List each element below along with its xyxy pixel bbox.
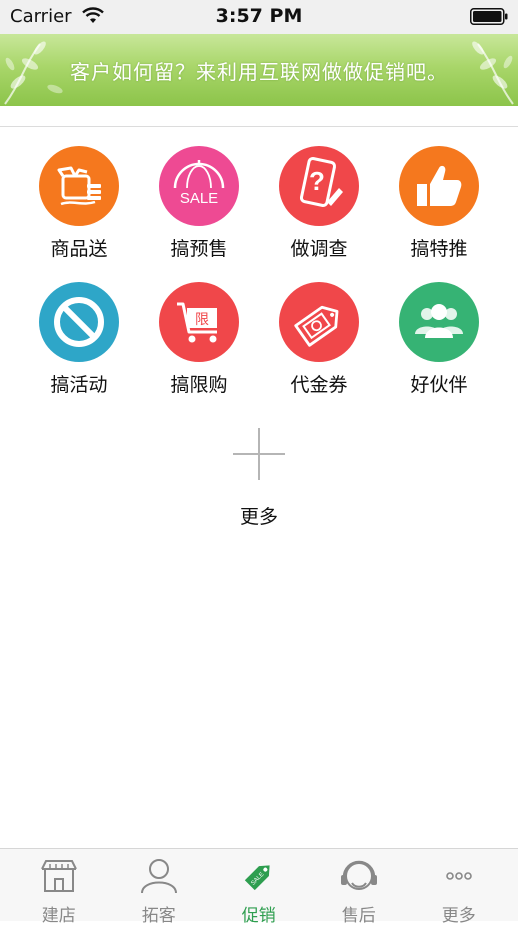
sale-tag-icon: SALE [244, 865, 270, 891]
divider [0, 126, 518, 127]
svg-text:SALE: SALE [180, 190, 218, 207]
tab-label: 售后 [341, 906, 376, 926]
grid-label: 搞特推 [410, 238, 468, 260]
gift-box-icon [39, 146, 119, 226]
tab-label: 更多 [441, 906, 476, 926]
shop-icon [41, 860, 77, 892]
ellipsis-icon [446, 872, 472, 880]
no-sign-icon [39, 282, 119, 362]
sale-umbrella-icon: SALE [159, 146, 239, 226]
svg-text:?: ? [309, 166, 325, 196]
limit-cart-icon: 限 [159, 282, 239, 362]
grid-item-featured[interactable]: 搞特推 [379, 146, 499, 261]
grid-label: 搞预售 [170, 238, 228, 260]
grid-label: 商品送 [50, 238, 108, 260]
survey-phone-icon: ? [279, 146, 359, 226]
grid-label: 好伙伴 [410, 374, 468, 396]
tab-label: 拓客 [141, 906, 176, 926]
user-icon [141, 859, 177, 894]
voucher-tag-icon [279, 282, 359, 362]
status-bar: Carrier 3:57 PM [0, 0, 518, 34]
banner-text: 客户如何留？来利用互联网做做促销吧。 [70, 60, 448, 84]
partners-group-icon [399, 282, 479, 362]
grid-label: 做调查 [290, 238, 348, 260]
grid-item-voucher[interactable]: 代金券 [259, 282, 379, 397]
plus-icon [233, 428, 285, 480]
clock: 3:57 PM [215, 5, 303, 27]
tab-label: 促销 [241, 906, 276, 926]
more-button[interactable]: 更多 [199, 428, 319, 529]
grid-item-activity[interactable]: 搞活动 [19, 282, 139, 397]
battery-icon [470, 8, 508, 25]
grid-item-gift[interactable]: 商品送 [19, 146, 139, 261]
svg-text:限: 限 [195, 312, 209, 328]
grid-label: 搞限购 [170, 374, 228, 396]
tab-more[interactable]: 更多 [407, 849, 511, 926]
tab-acquire-customers[interactable]: 拓客 [107, 849, 211, 926]
tab-after-sales[interactable]: 售后 [307, 849, 411, 926]
tab-promotion[interactable]: SALE 促销 [207, 849, 311, 926]
grid-item-partners[interactable]: 好伙伴 [379, 282, 499, 397]
grid-item-survey[interactable]: ? 做调查 [259, 146, 379, 261]
grid-item-presale[interactable]: SALE 搞预售 [139, 146, 259, 261]
promo-banner[interactable]: 客户如何留？来利用互联网做做促销吧。 [0, 34, 518, 106]
tab-build-store[interactable]: 建店 [7, 849, 111, 926]
grid-label: 搞活动 [50, 374, 108, 396]
headset-icon [341, 860, 377, 890]
grid-label: 代金券 [290, 374, 348, 396]
more-label: 更多 [239, 506, 278, 528]
tab-label: 建店 [41, 906, 76, 926]
thumbs-up-icon [399, 146, 479, 226]
tab-bar: 建店 拓客 SALE 促销 售后 更多 [0, 848, 518, 926]
grid-item-limited[interactable]: 限 搞限购 [139, 282, 259, 397]
